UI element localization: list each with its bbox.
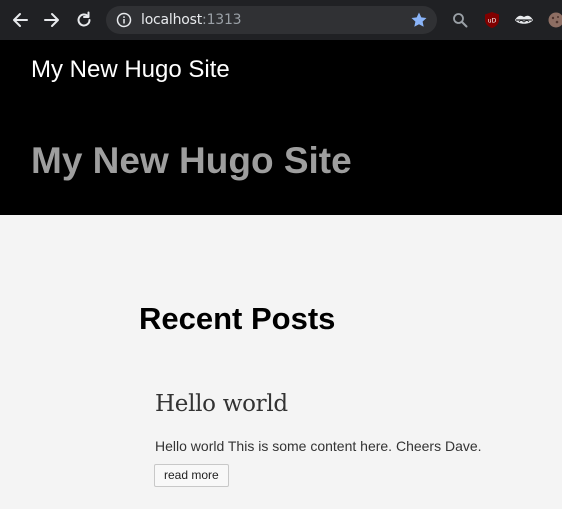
search-extension-icon[interactable]	[450, 10, 470, 30]
url-port: :1313	[202, 12, 242, 28]
read-more-button[interactable]: read more	[154, 464, 229, 487]
svg-text:uD: uD	[488, 18, 497, 25]
browser-toolbar: localhost:1313 uD	[0, 0, 562, 40]
forward-arrow-icon[interactable]	[40, 8, 64, 32]
ublock-origin-icon[interactable]: uD	[482, 10, 502, 30]
cookie-extension-icon[interactable]	[546, 10, 562, 30]
url-text: localhost:1313	[141, 12, 242, 28]
site-header: My New Hugo Site My New Hugo Site	[0, 40, 562, 215]
site-brand-link[interactable]: My New Hugo Site	[31, 56, 230, 84]
reload-icon[interactable]	[72, 8, 96, 32]
post-summary: Hello world This is some content here. C…	[155, 438, 482, 454]
lips-extension-icon[interactable]	[514, 10, 534, 30]
post-title-link[interactable]: Hello world	[155, 390, 288, 418]
address-bar[interactable]: localhost:1313	[106, 6, 437, 34]
section-title: Recent Posts	[139, 301, 336, 336]
info-icon[interactable]	[116, 12, 132, 28]
url-host: localhost	[141, 12, 203, 28]
main-content: Recent Posts Hello world Hello world Thi…	[0, 215, 562, 509]
back-arrow-icon[interactable]	[8, 8, 32, 32]
hero-title: My New Hugo Site	[31, 140, 352, 181]
bookmark-star-icon[interactable]	[410, 11, 428, 29]
